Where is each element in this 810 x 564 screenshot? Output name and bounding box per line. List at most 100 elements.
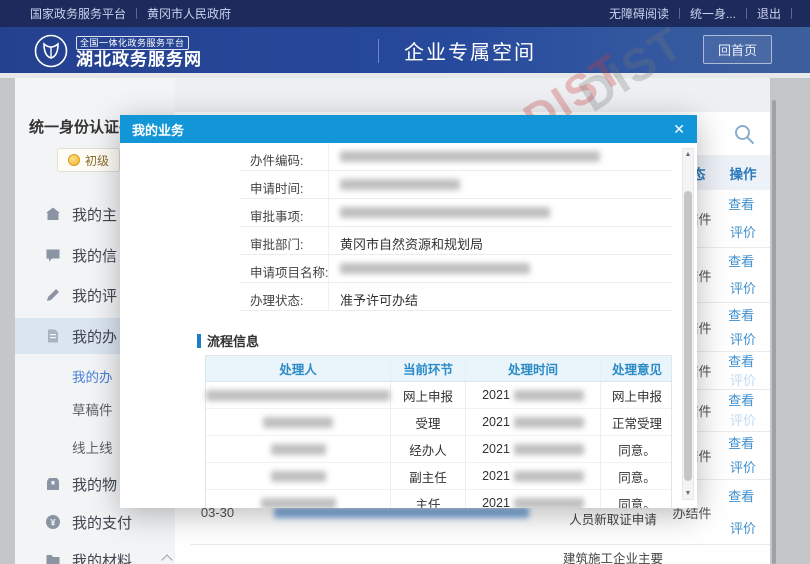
link-accessibility[interactable]: 无障碍阅读	[609, 5, 669, 22]
time-prefix: 2021	[482, 496, 510, 508]
opinion-cell: 正常受理	[601, 409, 673, 435]
rate-link[interactable]: 评价	[730, 411, 756, 430]
column-header-handler: 处理人	[206, 356, 391, 381]
divider	[136, 8, 137, 19]
medal-icon	[68, 154, 80, 166]
field-label: 申请项目名称:	[250, 262, 328, 281]
divider	[746, 8, 747, 19]
field-label: 审批部门:	[250, 234, 303, 253]
rate-link[interactable]: 评价	[730, 519, 756, 538]
sidebar-subitem-my-work[interactable]: 我的办	[72, 366, 113, 386]
pencil-icon	[45, 287, 61, 303]
modal-scrollbar[interactable]: ▲ ▼	[682, 148, 694, 500]
sidebar-item-label: 我的物	[72, 474, 117, 495]
divider	[679, 8, 680, 19]
screen: 国家政务服务平台 黄冈市人民政府 无障碍阅读 统一身... 退出 全国一体化政务…	[0, 0, 810, 564]
process-table: 处理人 当前环节 处理时间 处理意见 网上申报 2021 网上申报 受理 202…	[205, 355, 672, 508]
scrollbar-thumb[interactable]	[684, 191, 692, 481]
sidebar-item-label: 我的材料	[72, 550, 132, 564]
link-city-gov[interactable]: 黄冈市人民政府	[147, 5, 231, 22]
divider	[791, 8, 792, 19]
platform-badge: 全国一体化政务服务平台	[76, 36, 189, 50]
view-link[interactable]: 查看	[728, 195, 754, 214]
scroll-up-icon[interactable]: ▲	[683, 151, 693, 158]
search-icon[interactable]	[732, 122, 756, 146]
process-row: 网上申报 2021 网上申报	[206, 382, 671, 409]
redacted-time	[514, 471, 584, 482]
opinion-cell: 网上申报	[601, 382, 673, 408]
field-row: 审批部门: 黄冈市自然资源和规划局	[240, 227, 672, 255]
opinion-cell: 同意。	[601, 490, 673, 508]
step-cell: 主任	[391, 490, 466, 508]
process-row: 经办人 2021 同意。	[206, 436, 671, 463]
emblem-icon	[34, 34, 68, 68]
sidebar-item-label: 我的主	[72, 204, 117, 225]
rate-link[interactable]: 评价	[730, 458, 756, 477]
field-label: 办件编码:	[250, 150, 303, 169]
home-icon	[45, 206, 61, 222]
column-header-opinion: 处理意见	[601, 356, 673, 381]
modal-body: 办件编码: 申请时间: 审批事项: 审批部门: 黄冈市自然资源和规划局 申请项目…	[120, 143, 697, 508]
process-row: 副主任 2021 同意。	[206, 463, 671, 490]
redacted-value	[340, 263, 530, 274]
sidebar-item-payment[interactable]: ¥ 我的支付	[15, 504, 175, 540]
sidebar-item-materials[interactable]: 我的材料	[15, 542, 175, 564]
rate-link[interactable]: 评价	[730, 330, 756, 349]
redacted-handler	[271, 471, 326, 482]
close-icon[interactable]: ✕	[673, 122, 685, 136]
level-badge-label: 初级	[85, 152, 109, 169]
redacted-value	[340, 151, 600, 162]
view-link[interactable]: 查看	[728, 434, 754, 453]
modal-header: 我的业务 ✕	[120, 115, 697, 143]
site-logo[interactable]: 全国一体化政务服务平台 湖北政务服务网	[34, 33, 202, 69]
column-header-action: 操作	[716, 156, 770, 190]
field-label: 办理状态:	[250, 290, 303, 309]
redacted-time	[514, 417, 584, 428]
sidebar-subitem-online[interactable]: 线上线	[72, 437, 113, 457]
column-header-step: 当前环节	[391, 356, 466, 381]
redacted-code[interactable]	[274, 507, 529, 518]
column-header-time: 处理时间	[466, 356, 601, 381]
sidebar-subitem-drafts[interactable]: 草稿件	[72, 399, 113, 419]
sidebar-title: 统一身份认证平	[29, 116, 134, 137]
scroll-down-icon[interactable]: ▼	[683, 490, 693, 497]
section-bar	[197, 334, 201, 348]
rate-link[interactable]: 评价	[730, 279, 756, 298]
field-row: 办理状态: 准予许可办结	[240, 283, 672, 311]
view-link[interactable]: 查看	[728, 352, 754, 371]
svg-text:¥: ¥	[50, 518, 55, 528]
process-header-row: 处理人 当前环节 处理时间 处理意见	[206, 356, 671, 382]
field-row: 申请项目名称:	[240, 255, 672, 283]
section-title-label: 流程信息	[207, 331, 259, 350]
redacted-time	[514, 390, 584, 401]
link-logout[interactable]: 退出	[757, 5, 781, 22]
rate-link[interactable]: 评价	[730, 223, 756, 242]
view-link[interactable]: 查看	[728, 252, 754, 271]
redacted-handler	[261, 498, 336, 509]
site-header: 全国一体化政务服务平台 湖北政务服务网 企业专属空间 回首页	[0, 27, 810, 73]
section-title-process: 流程信息	[197, 331, 259, 350]
field-label: 申请时间:	[250, 178, 303, 197]
divider	[378, 39, 379, 63]
field-row: 申请时间:	[240, 171, 672, 199]
level-badge: 初级	[57, 148, 120, 172]
rate-link[interactable]: 评价	[730, 371, 756, 390]
table-row: 建筑施工企业主要负	[190, 545, 770, 564]
site-name: 湖北政务服务网	[76, 51, 202, 69]
redacted-handler	[263, 417, 333, 428]
view-link[interactable]: 查看	[728, 306, 754, 325]
view-link[interactable]: 查看	[728, 487, 754, 506]
sidebar-item-label: 我的支付	[72, 512, 132, 533]
process-row: 主任 2021 同意。	[206, 490, 671, 508]
view-link[interactable]: 查看	[728, 391, 754, 410]
yen-coin-icon: ¥	[45, 514, 61, 530]
sidebar-item-label: 我的评	[72, 285, 117, 306]
link-unified-identity[interactable]: 统一身...	[690, 5, 736, 22]
field-value: 黄冈市自然资源和规划局	[340, 234, 483, 253]
field-label: 审批事项:	[250, 206, 303, 225]
field-value: 准予许可办结	[340, 290, 418, 309]
link-national-platform[interactable]: 国家政务服务平台	[30, 5, 126, 22]
home-button[interactable]: 回首页	[703, 35, 772, 64]
page-scrollbar[interactable]	[772, 100, 776, 564]
chevron-up-icon[interactable]	[161, 554, 172, 564]
